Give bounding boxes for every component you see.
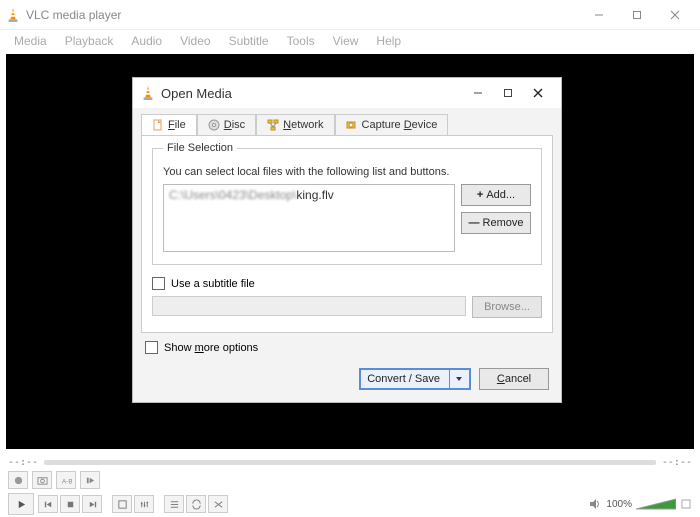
cancel-button[interactable]: Cancel bbox=[479, 368, 549, 390]
player-controls: --:-- --:-- A-B bbox=[0, 451, 700, 517]
dialog-close-button[interactable] bbox=[523, 80, 553, 106]
menu-playback[interactable]: Playback bbox=[65, 34, 114, 48]
dialog-minimize-button[interactable] bbox=[463, 80, 493, 106]
maximize-button[interactable] bbox=[618, 2, 656, 28]
tab-disc[interactable]: Disc bbox=[197, 114, 256, 135]
browse-button: Browse... bbox=[472, 296, 542, 318]
subtitle-file-input bbox=[152, 296, 466, 316]
dialog-title: Open Media bbox=[161, 86, 463, 101]
open-media-dialog: Open Media File Disc Network Capture Dev… bbox=[132, 77, 562, 403]
stop-button[interactable] bbox=[60, 495, 80, 513]
volume-slider[interactable] bbox=[636, 497, 676, 511]
file-entry[interactable]: C:\Users\0423\Desktop\king.flv bbox=[169, 188, 449, 202]
volume-expand-icon[interactable] bbox=[680, 498, 692, 510]
network-icon bbox=[267, 119, 279, 131]
record-button[interactable] bbox=[8, 471, 28, 489]
file-list[interactable]: C:\Users\0423\Desktop\king.flv bbox=[163, 184, 455, 252]
timeline: --:-- --:-- bbox=[8, 455, 692, 469]
close-button[interactable] bbox=[656, 2, 694, 28]
capture-icon bbox=[346, 119, 358, 131]
file-selection-group: File Selection You can select local file… bbox=[152, 142, 542, 265]
menu-video[interactable]: Video bbox=[180, 34, 210, 48]
next-button[interactable] bbox=[82, 495, 102, 513]
convert-save-button[interactable]: Convert / Save bbox=[359, 368, 471, 390]
dialog-maximize-button[interactable] bbox=[493, 80, 523, 106]
dialog-titlebar: Open Media bbox=[133, 78, 561, 108]
menu-subtitle[interactable]: Subtitle bbox=[229, 34, 269, 48]
dialog-tabs: File Disc Network Capture Device bbox=[141, 114, 553, 135]
minimize-button[interactable] bbox=[580, 2, 618, 28]
dialog-footer: Convert / Save Cancel bbox=[133, 362, 561, 402]
tab-file[interactable]: File bbox=[141, 114, 197, 135]
remove-button[interactable]: —Remove bbox=[461, 212, 531, 234]
extended-settings-button[interactable] bbox=[134, 495, 154, 513]
time-elapsed: --:-- bbox=[8, 457, 38, 468]
dropdown-arrow-icon[interactable] bbox=[449, 370, 463, 388]
menu-audio[interactable]: Audio bbox=[131, 34, 162, 48]
loop-ab-button[interactable]: A-B bbox=[56, 471, 76, 489]
show-more-options-checkbox[interactable] bbox=[145, 341, 158, 354]
time-total: --:-- bbox=[662, 457, 692, 468]
file-selection-hint: You can select local files with the foll… bbox=[163, 166, 531, 178]
tab-capture-label: Capture Device bbox=[362, 119, 438, 131]
menu-tools[interactable]: Tools bbox=[287, 34, 315, 48]
show-more-options-row: Show more options bbox=[145, 341, 549, 354]
window-title: VLC media player bbox=[26, 8, 580, 22]
tab-network[interactable]: Network bbox=[256, 114, 334, 135]
snapshot-button[interactable] bbox=[32, 471, 52, 489]
fullscreen-button[interactable] bbox=[112, 495, 132, 513]
menu-view[interactable]: View bbox=[333, 34, 359, 48]
use-subtitle-checkbox[interactable] bbox=[152, 277, 165, 290]
add-button[interactable]: +Add... bbox=[461, 184, 531, 206]
vlc-cone-icon bbox=[6, 8, 20, 22]
svg-text:A-B: A-B bbox=[61, 478, 71, 485]
volume-label: 100% bbox=[606, 499, 632, 510]
shuffle-button[interactable] bbox=[208, 495, 228, 513]
volume-control: 100% bbox=[588, 497, 692, 511]
prev-button[interactable] bbox=[38, 495, 58, 513]
show-more-options-label: Show more options bbox=[164, 342, 258, 354]
menubar: Media Playback Audio Video Subtitle Tool… bbox=[0, 30, 700, 52]
loop-button[interactable] bbox=[186, 495, 206, 513]
menu-media[interactable]: Media bbox=[14, 34, 47, 48]
file-panel: File Selection You can select local file… bbox=[141, 135, 553, 333]
frame-step-button[interactable] bbox=[80, 471, 100, 489]
tab-capture[interactable]: Capture Device bbox=[335, 114, 449, 135]
disc-icon bbox=[208, 119, 220, 131]
play-button[interactable] bbox=[8, 493, 34, 515]
use-subtitle-row: Use a subtitle file bbox=[152, 277, 542, 290]
vlc-cone-icon bbox=[141, 86, 155, 100]
playlist-button[interactable] bbox=[164, 495, 184, 513]
window-titlebar: VLC media player bbox=[0, 0, 700, 30]
file-icon bbox=[152, 119, 164, 131]
seek-bar[interactable] bbox=[44, 460, 656, 465]
menu-help[interactable]: Help bbox=[376, 34, 401, 48]
use-subtitle-label: Use a subtitle file bbox=[171, 278, 255, 290]
file-selection-legend: File Selection bbox=[163, 142, 237, 154]
speaker-icon[interactable] bbox=[588, 497, 602, 511]
